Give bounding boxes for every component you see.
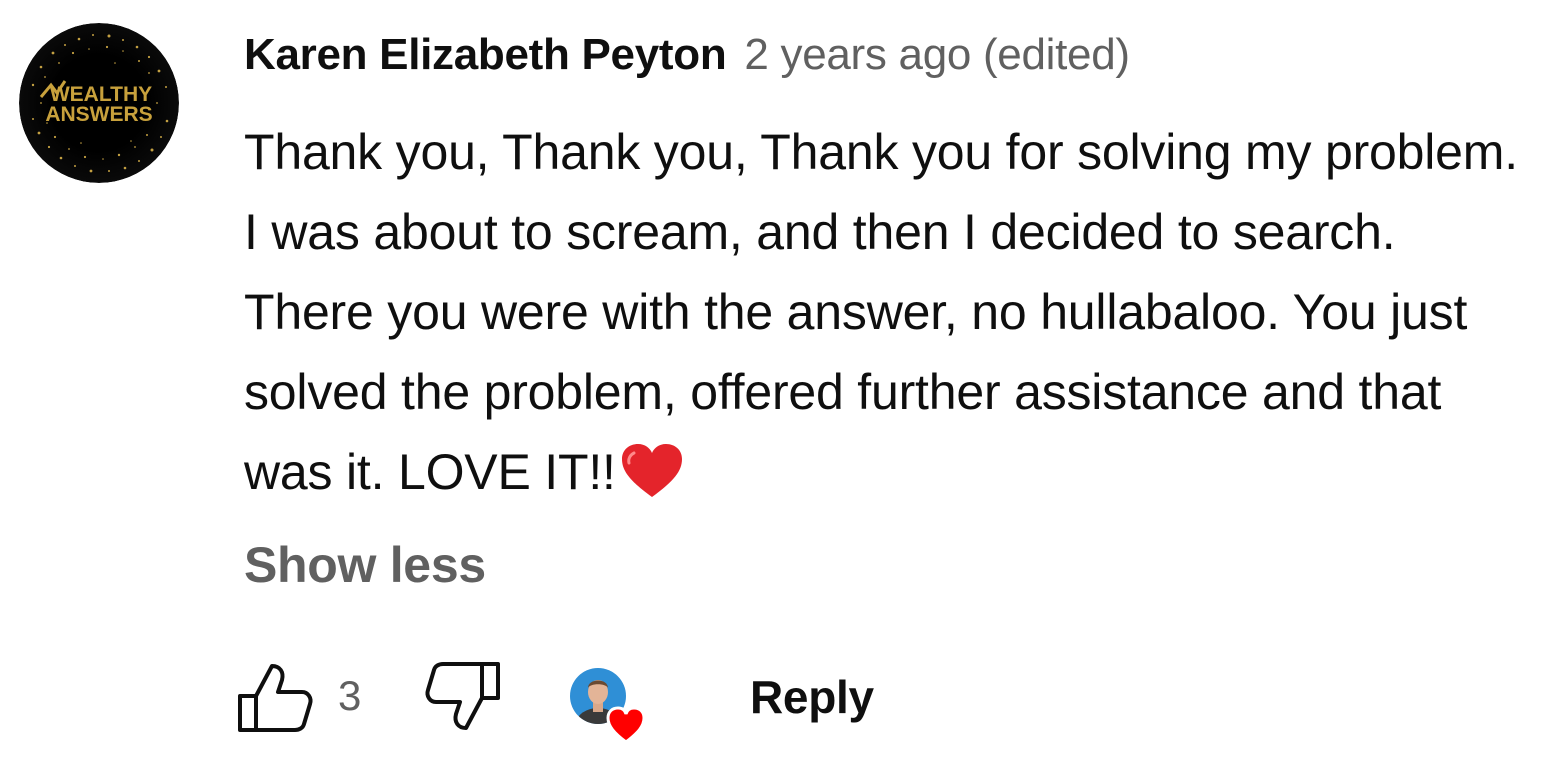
creator-heart-icon [570,668,646,744]
like-count: 3 [338,672,362,719]
comment-header: Karen Elizabeth Peyton 2 years ago (edit… [244,30,1534,90]
reply-button[interactable]: Reply [750,670,874,724]
dislike-button[interactable] [422,656,502,736]
thumb-down-icon [425,662,500,730]
comment-text-content: Thank you, Thank you, Thank you for solv… [244,124,1518,500]
author-name[interactable]: Karen Elizabeth Peyton [244,30,727,80]
show-less-button[interactable]: Show less [244,536,486,594]
logo-line2: ANSWERS [45,103,152,126]
creator-heart-button[interactable] [568,666,652,746]
comment-thread: WEALTHY ANSWERS Karen Elizabeth Peyton 2… [0,0,1545,759]
like-button[interactable] [236,658,316,738]
author-avatar[interactable]: WEALTHY ANSWERS [19,23,179,183]
wealthy-answers-logo: WEALTHY ANSWERS [19,23,179,183]
thumb-up-icon [238,664,313,732]
red-heart-emoji-icon [620,442,684,498]
comment-text: Thank you, Thank you, Thank you for solv… [244,112,1534,512]
comment-timestamp[interactable]: 2 years ago (edited) [744,30,1130,80]
comment-body: Karen Elizabeth Peyton 2 years ago (edit… [244,30,1534,512]
